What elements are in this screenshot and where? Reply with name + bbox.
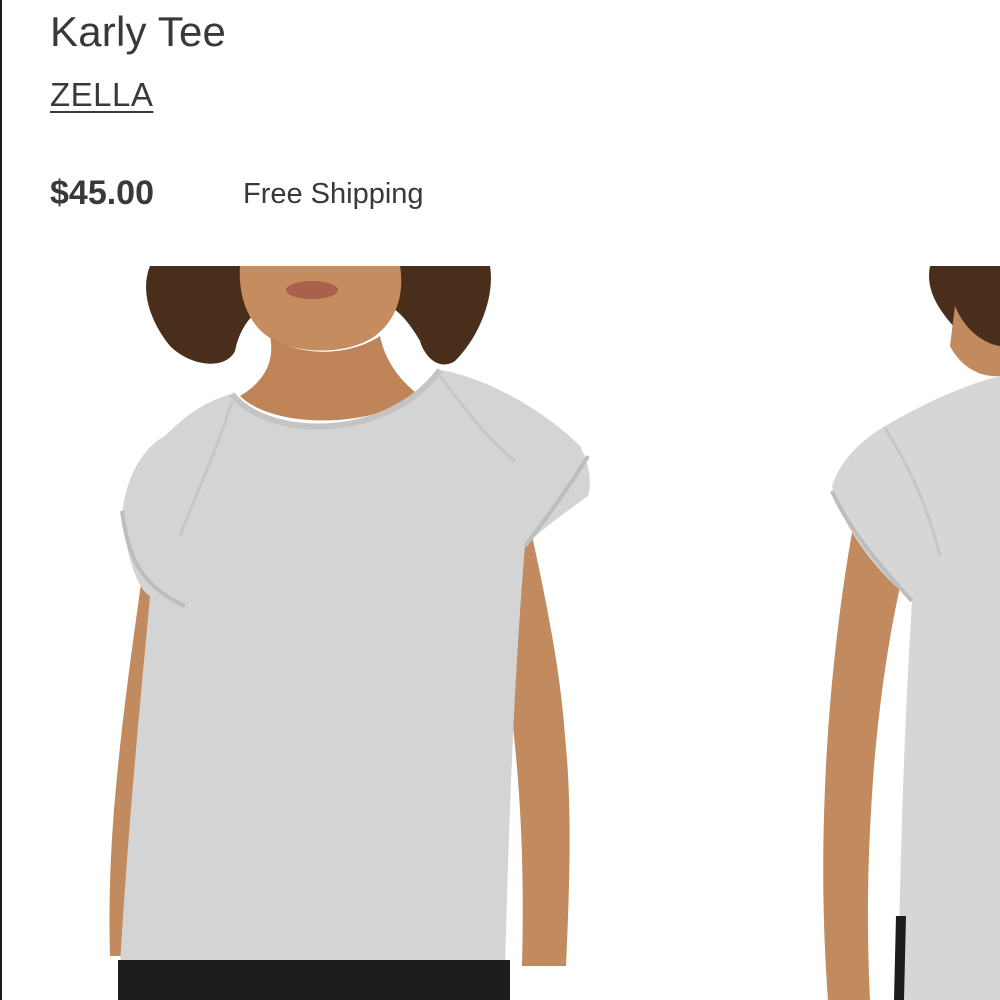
product-price: $45.00 bbox=[50, 174, 154, 212]
lips bbox=[286, 281, 338, 299]
pants-back bbox=[894, 916, 906, 1000]
product-image-front[interactable] bbox=[109, 266, 590, 1000]
shipping-info: Free Shipping bbox=[243, 178, 424, 210]
product-image-back[interactable] bbox=[823, 266, 1000, 1000]
gallery-canvas bbox=[109, 266, 1000, 1000]
pants-front bbox=[118, 960, 510, 1000]
arm-back bbox=[823, 516, 905, 1000]
image-gallery[interactable] bbox=[0, 266, 1000, 1000]
product-page: Karly Tee ZELLA $45.00 Free Shipping bbox=[0, 0, 1000, 1000]
brand-link[interactable]: ZELLA bbox=[50, 76, 153, 114]
product-title: Karly Tee bbox=[50, 8, 227, 55]
face-front bbox=[239, 266, 402, 351]
